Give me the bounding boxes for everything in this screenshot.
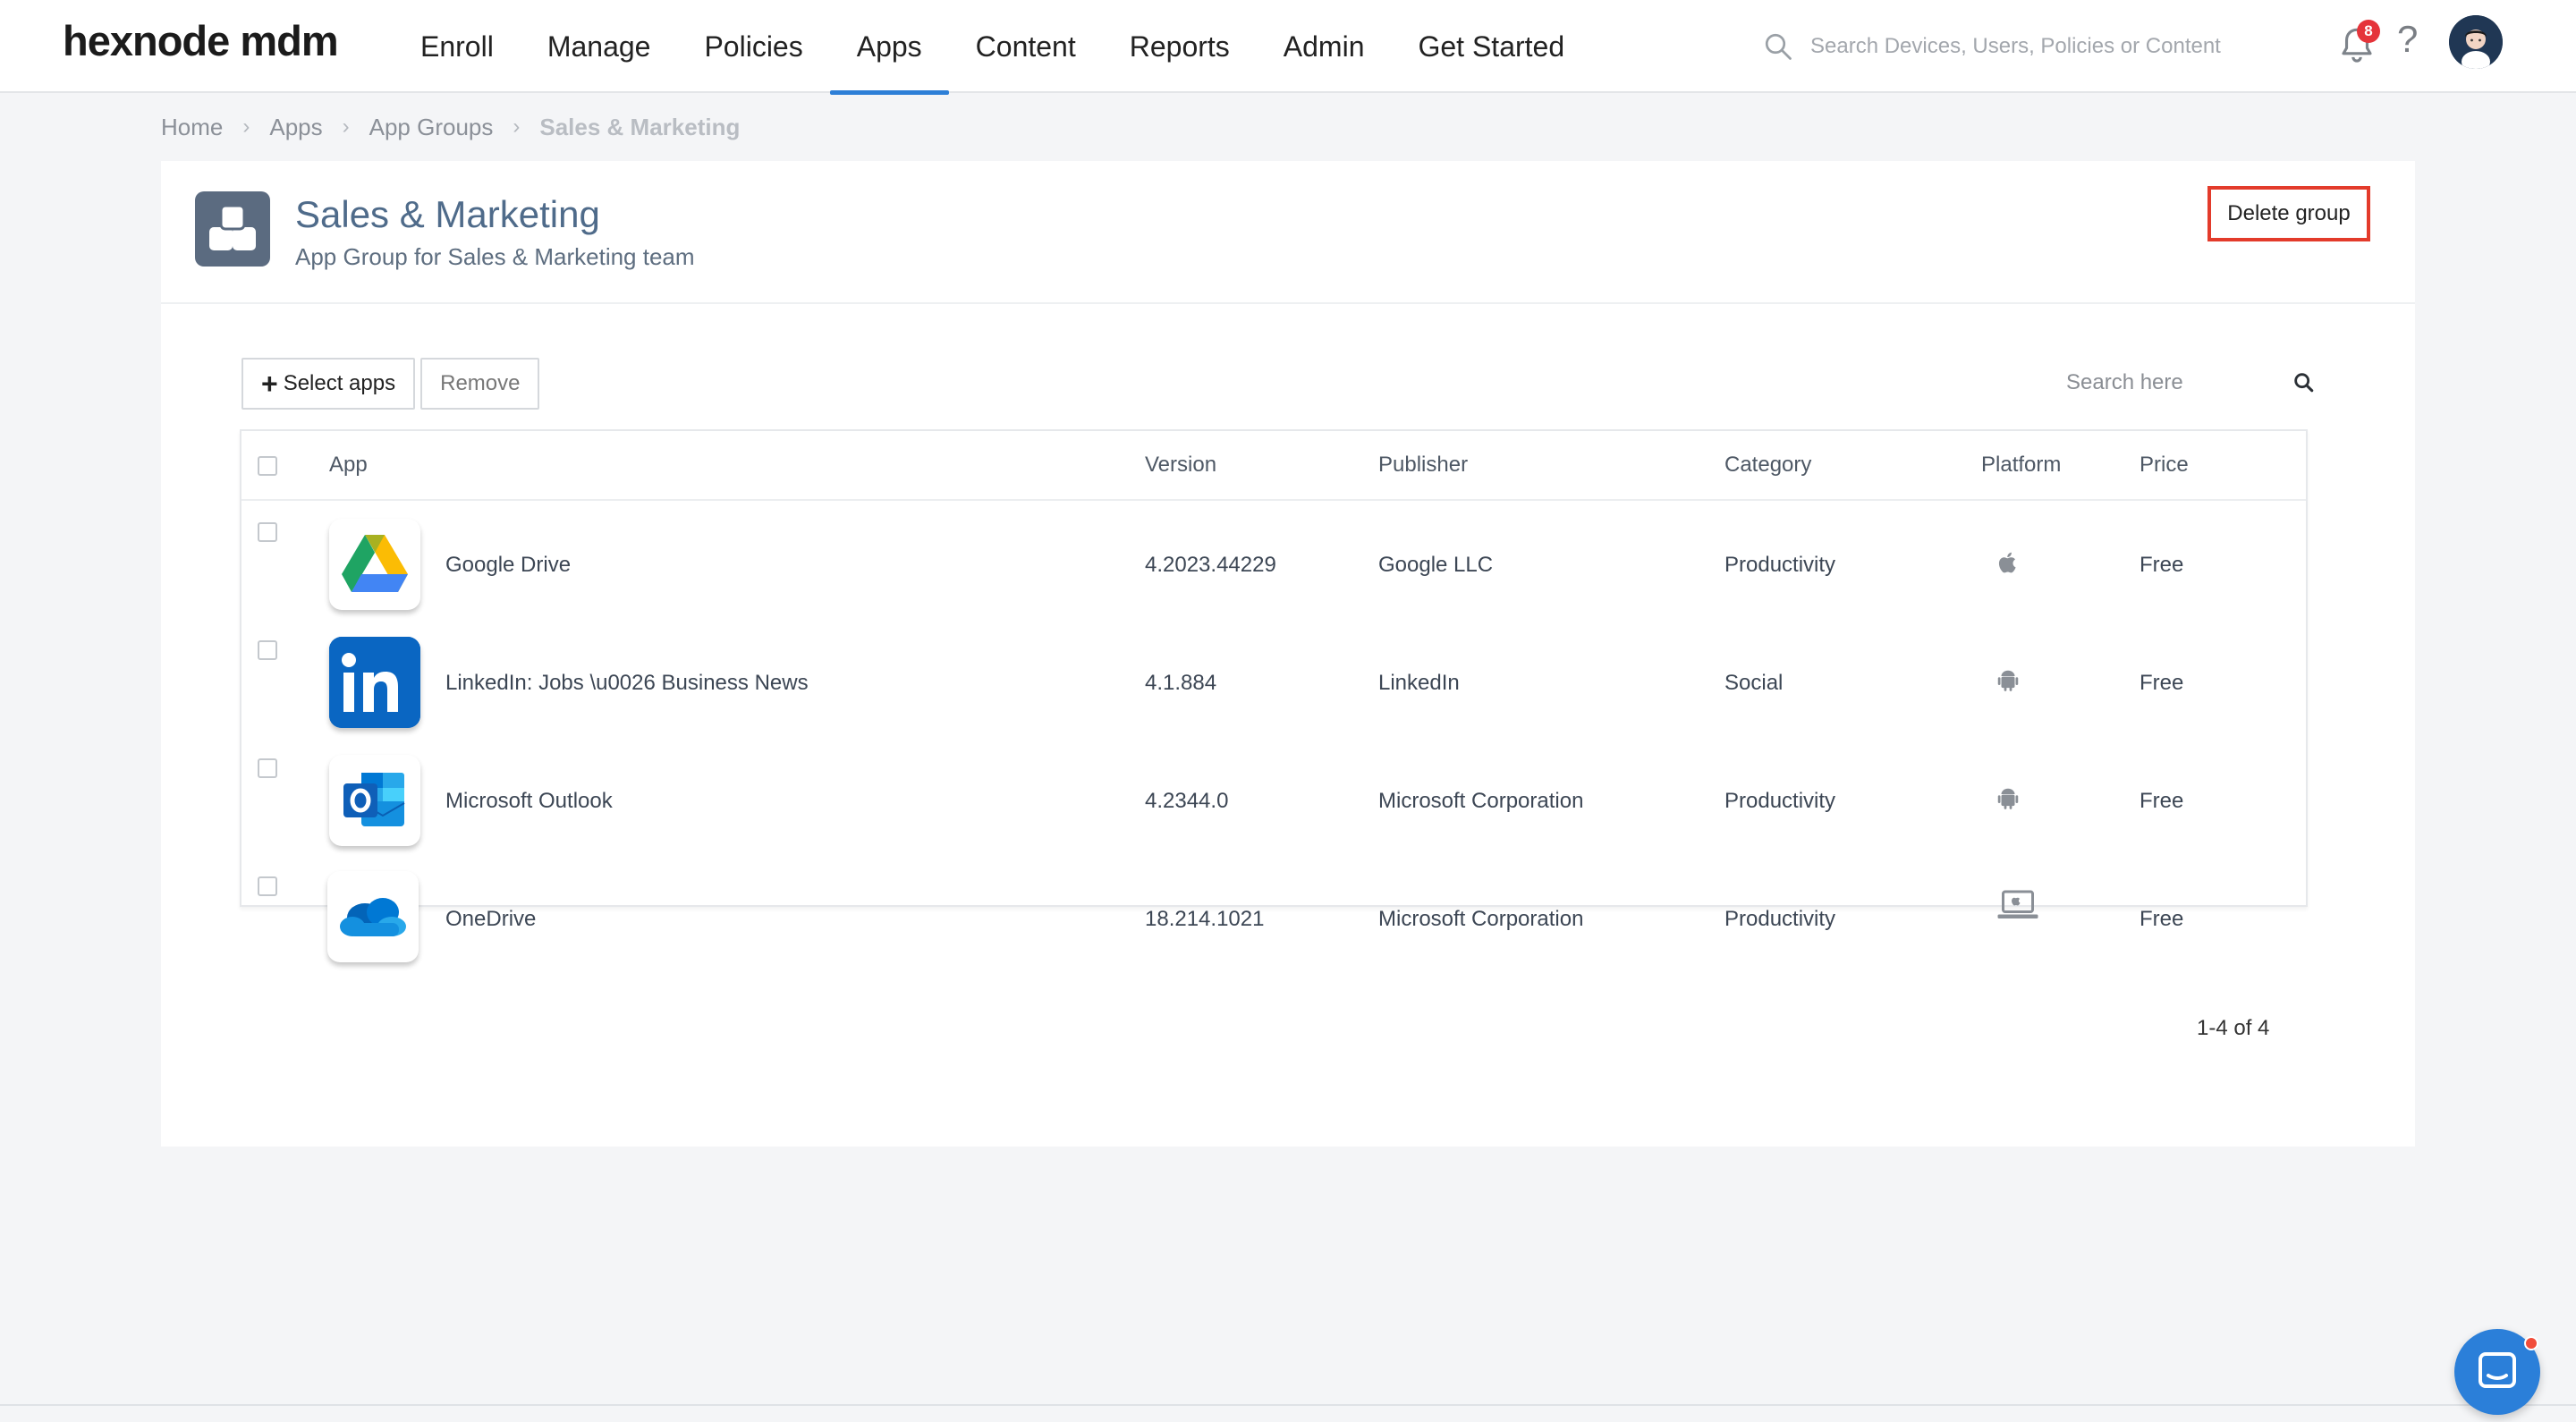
breadcrumb-apps[interactable]: Apps (269, 114, 322, 141)
app-price: Free (2140, 553, 2184, 577)
row-checkbox[interactable] (258, 758, 277, 778)
row-checkbox[interactable] (258, 522, 277, 542)
column-header-publisher[interactable]: Publisher (1378, 453, 1468, 478)
pagination-info: 1-4 of 4 (2197, 1016, 2270, 1040)
app-version: 4.2344.0 (1145, 789, 1229, 813)
hexnode-logo[interactable]: hexnode mdm (63, 16, 339, 65)
select-apps-label: Select apps (283, 371, 396, 395)
app-group-icon (195, 191, 270, 267)
app-publisher: Microsoft Corporation (1378, 907, 1584, 931)
nav-admin[interactable]: Admin (1257, 0, 1392, 93)
app-price: Free (2140, 671, 2184, 695)
app-category: Productivity (1724, 553, 1836, 577)
android-icon (1997, 670, 2019, 691)
app-publisher: Microsoft Corporation (1378, 789, 1584, 813)
nav-get-started[interactable]: Get Started (1391, 0, 1591, 93)
app-group-card: Sales & Marketing App Group for Sales & … (161, 161, 2415, 1147)
breadcrumb-current: Sales & Marketing (539, 113, 741, 140)
app-price: Free (2140, 907, 2184, 931)
notification-badge: 8 (2357, 20, 2380, 43)
select-all-checkbox[interactable] (258, 456, 277, 476)
search-icon[interactable] (1762, 30, 1794, 63)
row-checkbox[interactable] (258, 640, 277, 660)
chevron-right-icon: › (513, 114, 521, 139)
app-category: Social (1724, 671, 1784, 695)
row-checkbox[interactable] (258, 876, 277, 896)
breadcrumb: Home › Apps › App Groups › Sales & Marke… (161, 111, 740, 143)
linkedin-icon (329, 637, 420, 728)
nav-enroll[interactable]: Enroll (394, 0, 521, 93)
remove-button[interactable]: Remove (420, 358, 540, 410)
app-name[interactable]: Google Drive (445, 553, 571, 578)
delete-group-button[interactable]: Delete group (2207, 186, 2370, 241)
breadcrumb-app-groups[interactable]: App Groups (369, 114, 494, 141)
app-publisher: Google LLC (1378, 553, 1494, 577)
outlook-icon (329, 755, 420, 846)
app-category: Productivity (1724, 789, 1836, 813)
page-title: Sales & Marketing (295, 193, 600, 235)
plus-icon: + (261, 368, 278, 400)
nav-apps[interactable]: Apps (829, 0, 949, 95)
app-category: Productivity (1724, 907, 1836, 931)
app-price: Free (2140, 789, 2184, 813)
table-search-input[interactable] (2066, 370, 2263, 395)
nav-content[interactable]: Content (949, 0, 1103, 93)
app-name[interactable]: LinkedIn: Jobs \u0026 Business News (445, 671, 809, 696)
table-row[interactable]: Microsoft Outlook 4.2344.0 Microsoft Cor… (242, 742, 2306, 860)
chevron-right-icon: › (242, 114, 250, 139)
app-version: 18.214.1021 (1145, 907, 1265, 931)
app-version: 4.2023.44229 (1145, 553, 1276, 577)
nav-manage[interactable]: Manage (521, 0, 678, 93)
page-subtitle: App Group for Sales & Marketing team (295, 243, 695, 270)
top-navbar: hexnode mdm Enroll Manage Policies Apps … (0, 0, 2576, 95)
table-toolbar: + Select apps Remove (242, 358, 540, 410)
main-nav: Enroll Manage Policies Apps Content Repo… (394, 0, 1591, 95)
nav-reports[interactable]: Reports (1103, 0, 1257, 93)
nav-policies[interactable]: Policies (677, 0, 829, 93)
search-icon[interactable] (2292, 369, 2317, 396)
android-icon (1997, 788, 2019, 809)
table-row[interactable]: Google Drive 4.2023.44229 Google LLC Pro… (242, 506, 2306, 624)
table-header: App Version Publisher Category Platform … (242, 431, 2306, 501)
select-apps-button[interactable]: + Select apps (242, 358, 416, 410)
global-search (1762, 25, 2317, 68)
column-header-category[interactable]: Category (1724, 453, 1811, 478)
google-drive-icon (329, 519, 420, 610)
mac-laptop-icon (1997, 890, 2038, 918)
app-publisher: LinkedIn (1378, 671, 1460, 695)
apple-icon (1998, 552, 2016, 573)
footer-divider (0, 1404, 2576, 1406)
column-header-price[interactable]: Price (2140, 453, 2189, 478)
chevron-right-icon: › (342, 114, 350, 139)
onedrive-icon (327, 871, 419, 962)
app-name[interactable]: OneDrive (445, 907, 536, 932)
column-header-app[interactable]: App (329, 453, 368, 478)
help-icon[interactable]: ? (2397, 18, 2418, 61)
app-version: 4.1.884 (1145, 671, 1217, 695)
column-header-platform[interactable]: Platform (1981, 453, 2061, 478)
chat-unread-dot (2524, 1336, 2538, 1350)
column-header-version[interactable]: Version (1145, 453, 1216, 478)
apps-table: App Version Publisher Category Platform … (240, 429, 2308, 931)
table-row[interactable]: LinkedIn: Jobs \u0026 Business News 4.1.… (242, 624, 2306, 742)
breadcrumb-home[interactable]: Home (161, 114, 223, 141)
app-name[interactable]: Microsoft Outlook (445, 789, 613, 814)
user-avatar[interactable] (2449, 15, 2503, 69)
global-search-input[interactable] (1810, 34, 2275, 59)
app-group-header: Sales & Marketing App Group for Sales & … (161, 161, 2415, 304)
table-search (2066, 360, 2317, 406)
